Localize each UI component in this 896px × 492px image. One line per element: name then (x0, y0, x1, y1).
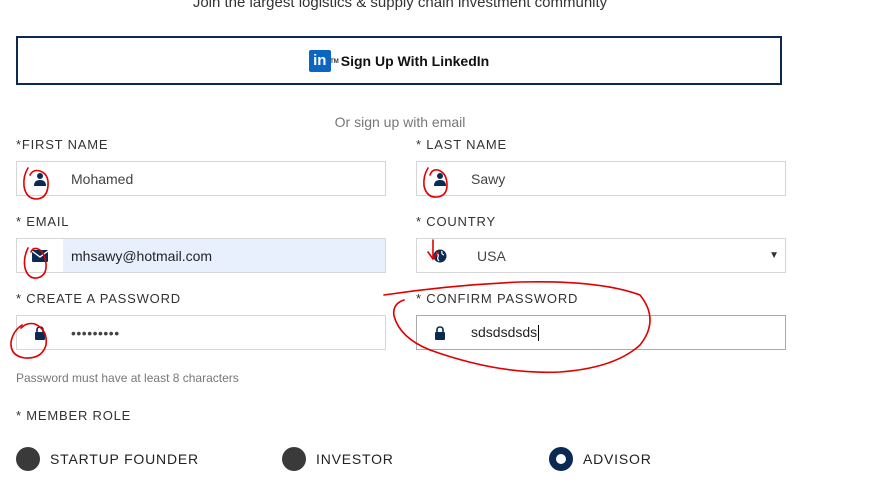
confirm-password-field[interactable]: sdsdsdsds (416, 315, 786, 350)
globe-icon (417, 239, 463, 272)
chevron-down-icon: ▼ (769, 250, 779, 261)
user-icon (417, 162, 463, 195)
radio-button[interactable] (16, 447, 40, 471)
role-label: INVESTOR (316, 451, 394, 467)
radio-button[interactable] (282, 447, 306, 471)
linkedin-signup-label: Sign Up With LinkedIn (340, 52, 490, 69)
role-label: ADVISOR (583, 451, 652, 467)
email-value: mhsawy@hotmail.com (71, 247, 213, 264)
linkedin-icon: in TM (308, 49, 339, 72)
email-divider-text: Or sign up with email (334, 114, 466, 130)
role-option-advisor[interactable]: ADVISOR (549, 447, 652, 471)
country-select[interactable]: USA ▼ (416, 238, 786, 273)
envelope-icon (17, 239, 63, 272)
create-password-label: * CREATE A PASSWORD (16, 291, 181, 306)
email-field[interactable]: mhsawy@hotmail.com (16, 238, 386, 273)
text-cursor (538, 325, 540, 342)
role-option-startup-founder[interactable]: STARTUP FOUNDER (16, 447, 199, 471)
tagline: Join the largest logistics & supply chai… (192, 0, 608, 11)
user-icon (17, 162, 63, 195)
create-password-value: ••••••••• (71, 324, 120, 341)
password-hint: Password must have at least 8 characters (16, 371, 239, 385)
country-label: * COUNTRY (416, 214, 496, 229)
member-role-label: * MEMBER ROLE (16, 408, 132, 423)
last-name-field[interactable]: Sawy (416, 161, 786, 196)
confirm-password-value: sdsdsdsds (471, 323, 540, 342)
lock-icon (417, 316, 463, 349)
linkedin-signup-button[interactable]: in TM Sign Up With LinkedIn (16, 36, 782, 85)
first-name-value: Mohamed (71, 170, 134, 187)
email-label: * EMAIL (16, 214, 70, 229)
radio-button-selected[interactable] (549, 447, 573, 471)
last-name-value: Sawy (471, 170, 506, 187)
last-name-label: * LAST NAME (416, 137, 507, 152)
first-name-field[interactable]: Mohamed (16, 161, 386, 196)
lock-icon (17, 316, 63, 349)
confirm-password-label: * CONFIRM PASSWORD (416, 291, 579, 306)
create-password-field[interactable]: ••••••••• (16, 315, 386, 350)
role-option-investor[interactable]: INVESTOR (282, 447, 394, 471)
first-name-label: *FIRST NAME (16, 137, 109, 152)
country-value: USA (477, 247, 506, 264)
role-label: STARTUP FOUNDER (50, 451, 199, 467)
